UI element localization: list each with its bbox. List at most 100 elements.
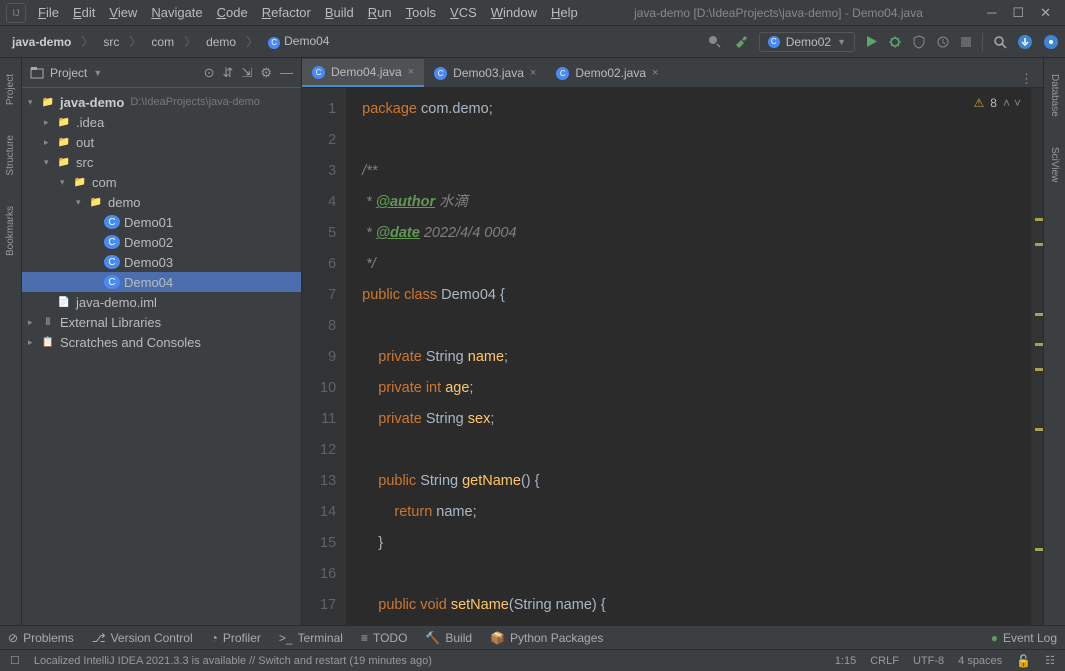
- right-tool-stripe: Database SciView: [1043, 58, 1065, 625]
- build-hammer-icon[interactable]: [733, 34, 749, 50]
- tree-node[interactable]: ▾📁demo: [22, 192, 301, 212]
- expand-all-button[interactable]: ⇵: [223, 65, 234, 81]
- stop-button[interactable]: [960, 36, 972, 48]
- class-icon: C: [312, 66, 325, 79]
- tree-node[interactable]: CDemo03: [22, 252, 301, 272]
- left-tool-stripe: Project Structure Bookmarks: [0, 58, 22, 625]
- menu-refactor[interactable]: Refactor: [256, 1, 317, 24]
- warning-count: 8: [990, 96, 997, 110]
- tool-window-problems[interactable]: ⊘Problems: [8, 631, 74, 645]
- add-configuration-button[interactable]: [707, 34, 723, 50]
- project-tree[interactable]: ▾📁java-demoD:\IdeaProjects\java-demo▸📁.i…: [22, 88, 301, 625]
- select-opened-file-button[interactable]: ⊙: [204, 65, 215, 81]
- class-icon: C: [768, 36, 780, 48]
- class-icon: C: [556, 67, 569, 80]
- ide-settings-button[interactable]: [1043, 34, 1059, 50]
- event-log-button[interactable]: ●Event Log: [991, 631, 1057, 645]
- tree-node[interactable]: ▾📁src: [22, 152, 301, 172]
- menu-build[interactable]: Build: [319, 1, 360, 24]
- line-number-gutter[interactable]: 123456789101112131415161718: [302, 88, 346, 625]
- tree-node[interactable]: ▾📁java-demoD:\IdeaProjects\java-demo: [22, 92, 301, 112]
- editor-tab[interactable]: CDemo03.java×: [424, 59, 546, 87]
- coverage-button[interactable]: [912, 35, 926, 49]
- tab-label: Demo03.java: [453, 66, 524, 80]
- menu-file[interactable]: File: [32, 1, 65, 24]
- line-separator[interactable]: CRLF: [870, 655, 899, 667]
- project-view-selector[interactable]: Project ▼: [30, 66, 102, 80]
- warning-icon: ⚠: [974, 96, 985, 110]
- close-tab-button[interactable]: ×: [530, 67, 536, 79]
- tool-tab-bookmarks[interactable]: Bookmarks: [3, 200, 18, 262]
- profiler-button[interactable]: [936, 35, 950, 49]
- run-configuration-selector[interactable]: C Demo02 ▼: [759, 32, 855, 52]
- tool-window-terminal[interactable]: >_Terminal: [279, 631, 343, 645]
- menu-tools[interactable]: Tools: [400, 1, 442, 24]
- menu-window[interactable]: Window: [485, 1, 543, 24]
- menu-code[interactable]: Code: [211, 1, 254, 24]
- editor-tab[interactable]: CDemo02.java×: [546, 59, 668, 87]
- tree-node[interactable]: CDemo02: [22, 232, 301, 252]
- search-everywhere-button[interactable]: [993, 35, 1007, 49]
- settings-gear-icon[interactable]: ⚙: [260, 65, 272, 81]
- update-button[interactable]: [1017, 34, 1033, 50]
- menu-vcs[interactable]: VCS: [444, 1, 483, 24]
- tree-node[interactable]: ▾📁com: [22, 172, 301, 192]
- breadcrumb-item[interactable]: src: [97, 33, 125, 51]
- menu-run[interactable]: Run: [362, 1, 398, 24]
- menu-navigate[interactable]: Navigate: [145, 1, 208, 24]
- breadcrumb-item[interactable]: java-demo: [6, 33, 77, 51]
- tree-node[interactable]: CDemo01: [22, 212, 301, 232]
- next-highlight-button[interactable]: ˅: [1014, 96, 1021, 110]
- editor-tabs: CDemo04.java×CDemo03.java×CDemo02.java×⋮: [302, 58, 1043, 88]
- readonly-lock-icon[interactable]: 🔓: [1016, 654, 1031, 668]
- breadcrumb-item[interactable]: CDemo04: [262, 32, 335, 51]
- maximize-button[interactable]: ☐: [1012, 5, 1024, 21]
- tree-node[interactable]: 📄java-demo.iml: [22, 292, 301, 312]
- breadcrumb-item[interactable]: com: [145, 33, 180, 51]
- hide-button[interactable]: —: [280, 65, 293, 80]
- notification-icon[interactable]: ☐: [10, 654, 20, 667]
- close-tab-button[interactable]: ×: [408, 66, 414, 78]
- run-button[interactable]: [865, 35, 878, 48]
- editor-tab[interactable]: CDemo04.java×: [302, 59, 424, 87]
- tool-window-version-control[interactable]: ⎇Version Control: [92, 631, 193, 645]
- prev-highlight-button[interactable]: ˄: [1003, 96, 1010, 110]
- bottom-tool-stripe: ⊘Problems ⎇Version Control ◔Profiler >_Term…: [0, 625, 1065, 649]
- tool-tab-database[interactable]: Database: [1047, 68, 1062, 123]
- tree-node[interactable]: ▸📁out: [22, 132, 301, 152]
- code-editor[interactable]: package com.demo; /** * @author 水滴 * @da…: [346, 88, 1031, 625]
- tool-tab-project[interactable]: Project: [3, 68, 18, 111]
- menu-view[interactable]: View: [103, 1, 143, 24]
- menu-help[interactable]: Help: [545, 1, 584, 24]
- project-icon: [30, 66, 44, 80]
- tool-tab-sciview[interactable]: SciView: [1047, 141, 1062, 188]
- mem-indicator-icon[interactable]: ☷: [1045, 654, 1055, 667]
- debug-button[interactable]: [888, 35, 902, 49]
- menu-edit[interactable]: Edit: [67, 1, 101, 24]
- app-logo: IJ: [6, 3, 26, 23]
- tree-node[interactable]: ▸📁.idea: [22, 112, 301, 132]
- collapse-all-button[interactable]: ⇲: [241, 65, 252, 81]
- tree-node[interactable]: ▸📋Scratches and Consoles: [22, 332, 301, 352]
- inspection-widget[interactable]: ⚠ 8 ˄ ˅: [970, 94, 1025, 112]
- tree-node[interactable]: CDemo04: [22, 272, 301, 292]
- tool-window-python-packages[interactable]: 📦Python Packages: [490, 631, 603, 645]
- file-encoding[interactable]: UTF-8: [913, 655, 944, 667]
- tree-node[interactable]: ▸⫴External Libraries: [22, 312, 301, 332]
- close-button[interactable]: ✕: [1040, 5, 1051, 21]
- minimize-button[interactable]: ─: [987, 5, 996, 21]
- breadcrumb-item[interactable]: demo: [200, 33, 242, 51]
- tool-window-profiler[interactable]: ◔Profiler: [211, 631, 261, 645]
- window-title: java-demo [D:\IdeaProjects\java-demo] - …: [584, 6, 973, 20]
- indent-info[interactable]: 4 spaces: [958, 655, 1002, 667]
- caret-position[interactable]: 1:15: [835, 655, 856, 667]
- close-tab-button[interactable]: ×: [652, 67, 658, 79]
- project-tool-window: Project ▼ ⊙ ⇵ ⇲ ⚙ — ▾📁java-demoD:\IdeaPr…: [22, 58, 302, 625]
- tool-window-todo[interactable]: ≡TODO: [361, 631, 407, 645]
- error-stripe[interactable]: [1031, 88, 1043, 625]
- tool-window-build[interactable]: 🔨Build: [425, 631, 472, 645]
- navigation-bar: java-demo〉src〉com〉demo〉CDemo04 C Demo02 …: [0, 26, 1065, 58]
- tool-tab-structure[interactable]: Structure: [3, 129, 18, 182]
- tabs-more-button[interactable]: ⋮: [1020, 71, 1033, 87]
- status-message[interactable]: Localized IntelliJ IDEA 2021.3.3 is avai…: [34, 655, 432, 667]
